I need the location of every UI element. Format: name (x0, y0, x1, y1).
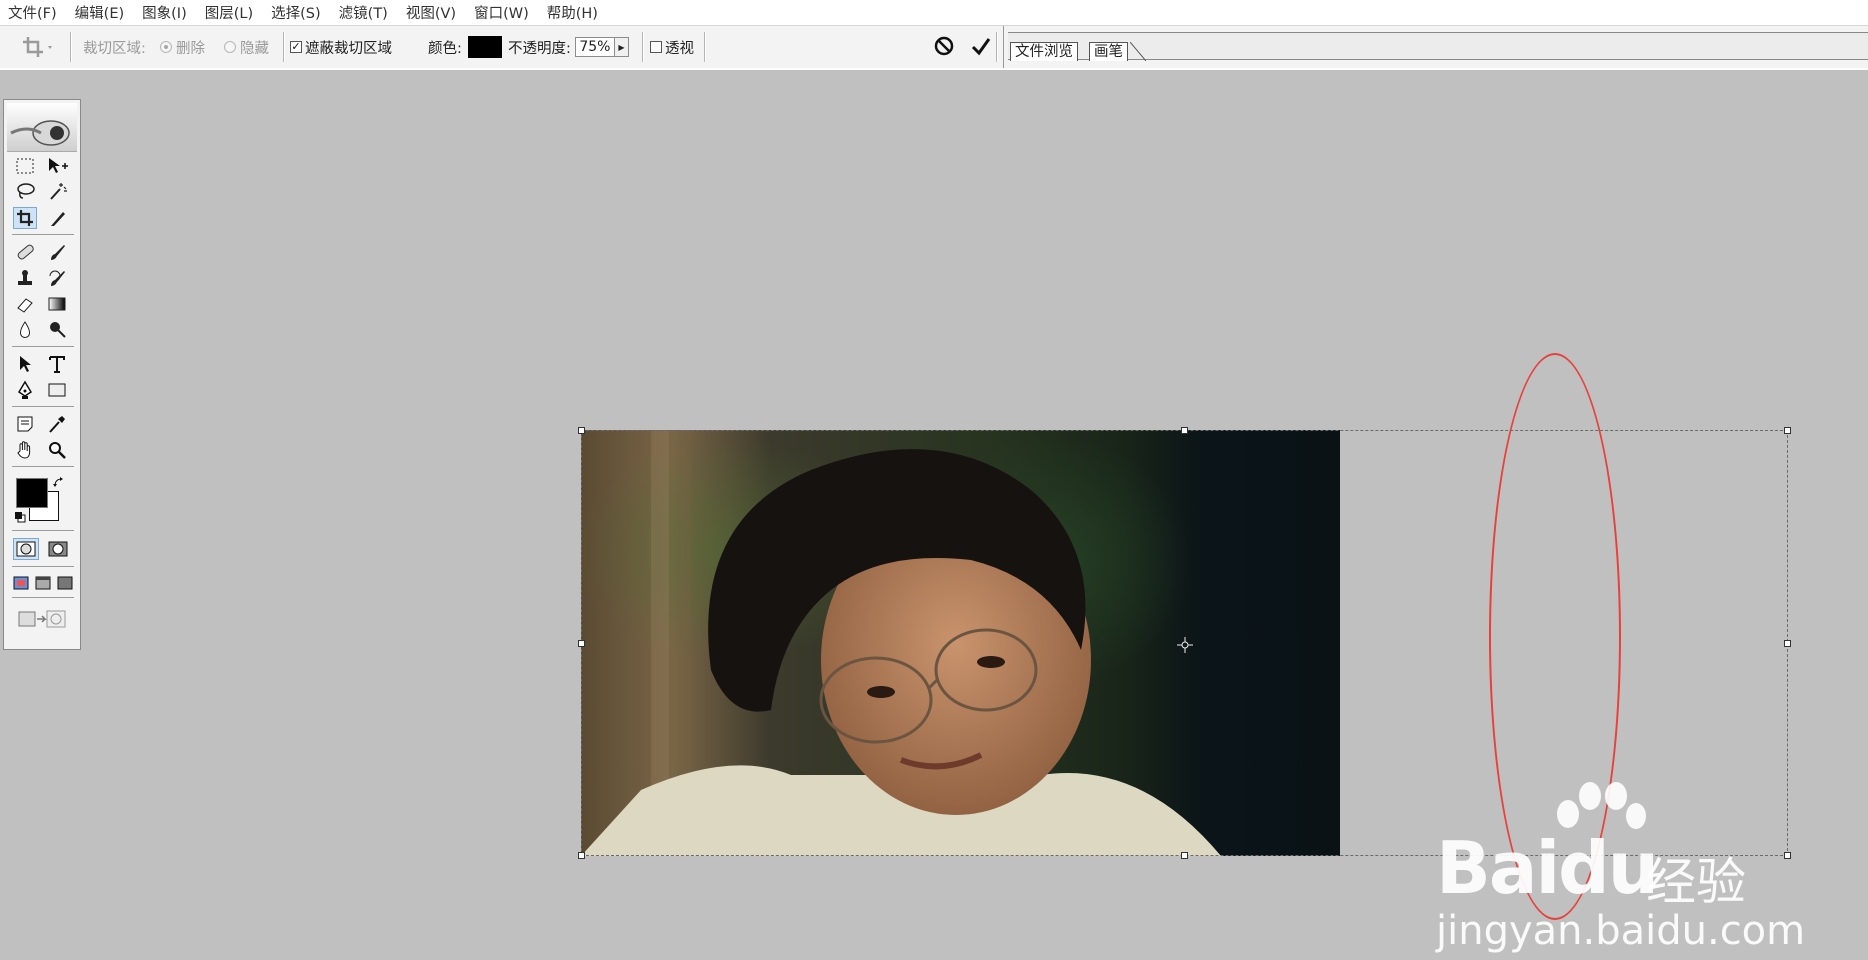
menu-help[interactable]: 帮助(H) (538, 2, 607, 23)
delete-option[interactable]: 删除 (160, 36, 205, 58)
menu-edit[interactable]: 编辑(E) (66, 2, 133, 23)
menu-file[interactable]: 文件(F) (0, 2, 66, 23)
separator (70, 32, 72, 62)
crop-tool-icon (23, 37, 52, 57)
menu-image[interactable]: 图象(I) (133, 2, 196, 23)
shield-option[interactable]: ✓ 遮蔽裁切区域 (290, 36, 392, 58)
hide-label: 隐藏 (240, 40, 269, 57)
crop-handle-top-left[interactable] (578, 427, 585, 434)
shield-color-swatch[interactable] (467, 36, 502, 58)
menu-bar: 文件(F) 编辑(E) 图象(I) 图层(L) 选择(S) 滤镜(T) 视图(V… (0, 0, 1868, 26)
crop-handle-middle-right[interactable] (1784, 640, 1791, 647)
menu-view[interactable]: 视图(V) (397, 2, 465, 23)
separator (642, 32, 644, 62)
crop-handle-bottom-center[interactable] (1181, 852, 1188, 859)
shield-checkbox[interactable]: ✓ (290, 41, 302, 53)
opacity-label: 不透明度: (508, 40, 571, 57)
cancel-circle-icon (934, 36, 954, 56)
tab-brushes[interactable]: 画笔 (1089, 42, 1128, 61)
crop-area-label: 裁切区域: (83, 40, 146, 57)
crop-center-point-icon[interactable] (1176, 636, 1194, 654)
tab-corner (1130, 42, 1146, 61)
perspective-option[interactable]: 透视 (650, 36, 694, 58)
crop-handle-top-right[interactable] (1784, 427, 1791, 434)
separator (704, 32, 706, 62)
tab-file-browser[interactable]: 文件浏览 (1010, 42, 1078, 61)
opacity-option: 不透明度: 75% ▶ (508, 36, 629, 58)
perspective-checkbox[interactable] (650, 41, 662, 53)
hide-radio[interactable] (224, 41, 236, 53)
shield-label: 遮蔽裁切区域 (305, 40, 392, 57)
watermark-brand: Baidu (1436, 826, 1659, 910)
crop-handle-bottom-left[interactable] (578, 852, 585, 859)
perspective-label: 透视 (665, 40, 694, 57)
delete-label: 删除 (176, 40, 205, 57)
delete-radio[interactable] (160, 41, 172, 53)
cancel-crop-button[interactable] (933, 35, 955, 57)
options-bar: 裁切区域: 删除 隐藏 ✓ 遮蔽裁切区域 颜色: 不透明度: 75% ▶ 透视 (0, 26, 1868, 70)
color-label: 颜色: (428, 40, 462, 57)
separator (996, 32, 998, 62)
menu-filter[interactable]: 滤镜(T) (330, 2, 397, 23)
baidu-jingyan-watermark: Baidu 经验 jingyan.baidu.com (1436, 780, 1805, 960)
tool-preset-picker[interactable] (10, 32, 56, 62)
menu-layer[interactable]: 图层(L) (196, 2, 262, 23)
checkmark-icon (971, 38, 991, 56)
crop-handle-middle-left[interactable] (578, 640, 585, 647)
watermark-url: jingyan.baidu.com (1436, 908, 1806, 954)
opacity-slider-arrow-icon[interactable]: ▶ (614, 37, 629, 57)
menu-select[interactable]: 选择(S) (262, 2, 330, 23)
shield-color-option: 颜色: (428, 36, 502, 58)
crop-handle-top-center[interactable] (1181, 427, 1188, 434)
watermark-brand-cn: 经验 (1646, 853, 1746, 911)
palette-well: 文件浏览 画笔 (1003, 26, 1868, 68)
canvas-area[interactable]: Baidu 经验 jingyan.baidu.com (0, 70, 1868, 954)
hide-option[interactable]: 隐藏 (224, 36, 269, 58)
separator (283, 32, 285, 62)
commit-crop-button[interactable] (970, 35, 992, 57)
menu-window[interactable]: 窗口(W) (465, 2, 538, 23)
opacity-input[interactable]: 75% (574, 37, 615, 57)
